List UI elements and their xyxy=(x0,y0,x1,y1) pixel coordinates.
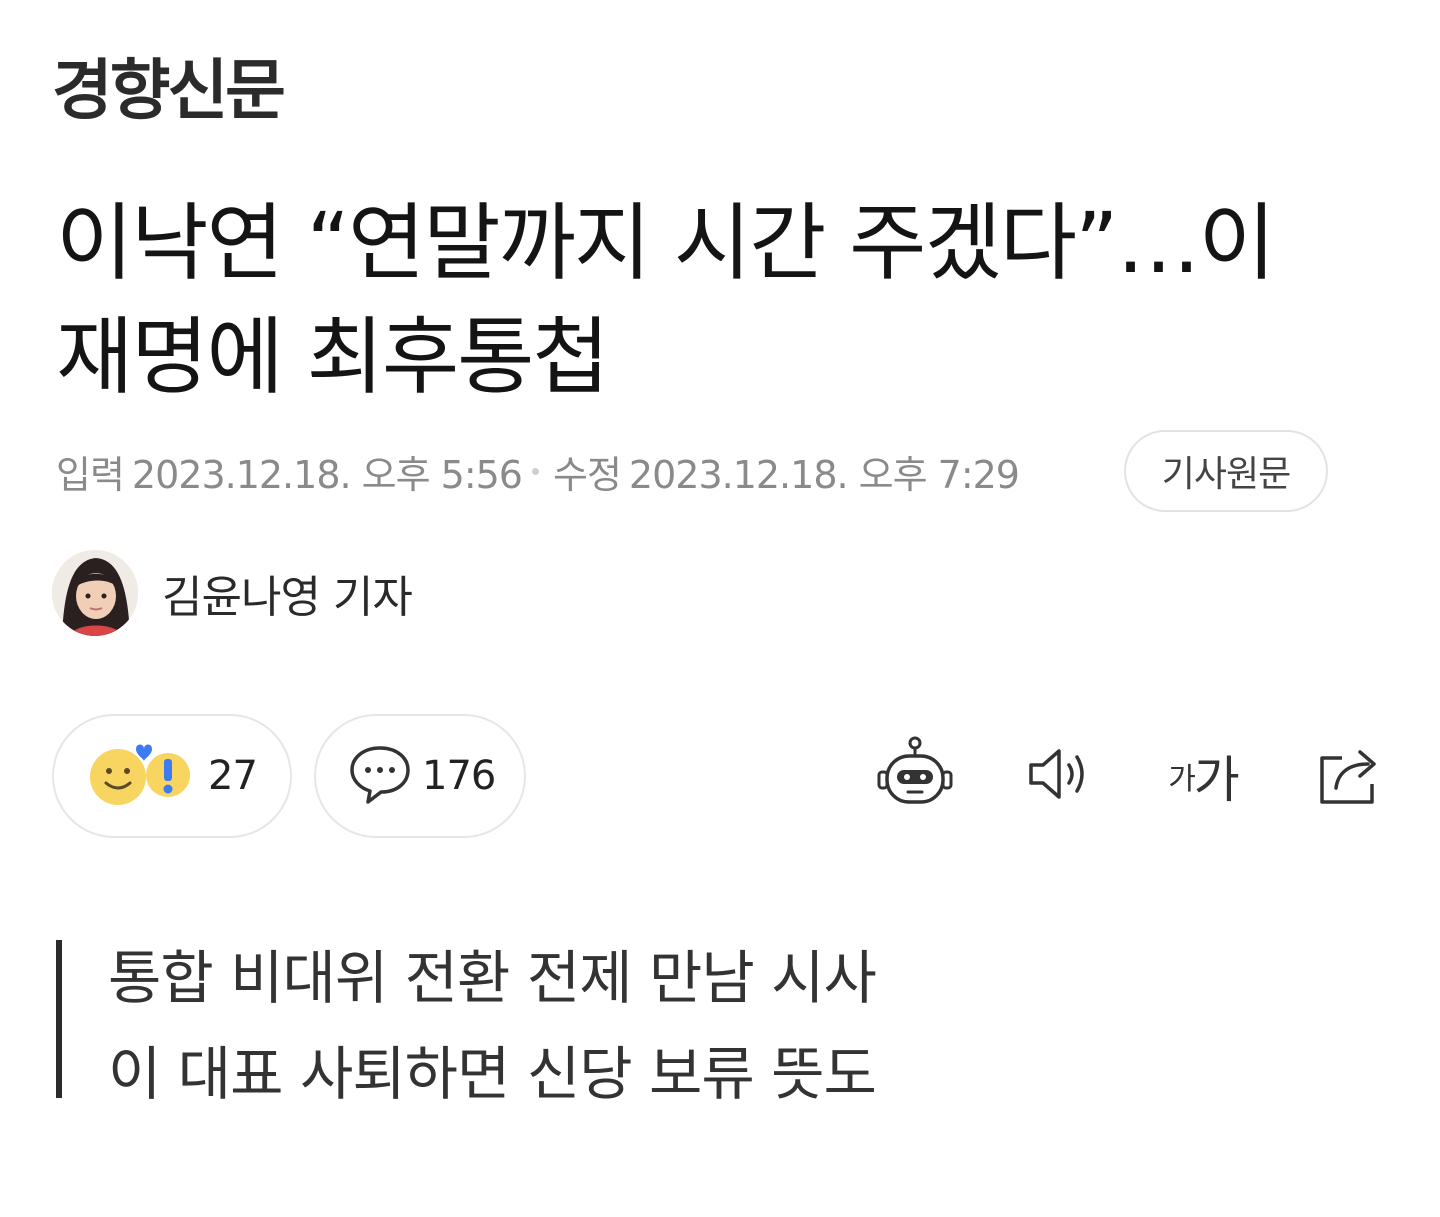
reaction-button[interactable]: 27 xyxy=(52,714,292,838)
publisher-logo[interactable]: 경향신문 xyxy=(52,58,286,124)
article-headline: 이낙연 “연말까지 시간 주겠다”…이 재명에 최후통첩 xyxy=(56,186,1356,414)
summary-line-1: 통합 비대위 전환 전제 만남 시사 xyxy=(108,944,877,1012)
author-name[interactable]: 김윤나영 기자 xyxy=(162,561,413,625)
robot-icon xyxy=(875,734,955,818)
share-icon xyxy=(1314,738,1386,814)
font-size-button[interactable]: 가 가 xyxy=(1158,734,1250,818)
modified-label: 수정 xyxy=(553,452,622,497)
modified-datetime: 2023.12.18. 오후 7:29 xyxy=(628,452,1020,497)
reaction-count: 27 xyxy=(208,753,258,799)
font-size-large-glyph: 가 xyxy=(1193,751,1240,809)
comment-bubble-icon xyxy=(348,742,412,810)
author-avatar[interactable] xyxy=(52,550,138,636)
original-article-button[interactable]: 기사원문 xyxy=(1124,430,1328,512)
meta-separator-dot xyxy=(532,467,539,475)
comment-count: 176 xyxy=(422,753,496,799)
published-datetime: 2023.12.18. 오후 5:56 xyxy=(131,452,523,497)
author-block[interactable]: 김윤나영 기자 xyxy=(52,550,413,636)
article-meta: 입력 2023.12.18. 오후 5:56 수정 2023.12.18. 오후… xyxy=(56,440,1020,502)
share-button[interactable] xyxy=(1312,734,1388,818)
emotion-emoji-icon xyxy=(88,739,198,813)
summary-line-2: 이 대표 사퇴하면 신당 보류 뜻도 xyxy=(108,1040,877,1108)
published-label: 입력 xyxy=(56,452,125,497)
speaker-icon xyxy=(1025,739,1095,813)
font-size-small-glyph: 가 xyxy=(1168,762,1196,797)
summary-bot-button[interactable] xyxy=(872,734,958,818)
headline-line-1: 이낙연 “연말까지 시간 주겠다”…이 xyxy=(56,194,1276,292)
text-to-speech-button[interactable] xyxy=(1020,734,1100,818)
headline-line-2: 재명에 최후통첩 xyxy=(56,308,610,406)
comment-button[interactable]: 176 xyxy=(314,714,526,838)
article-summary-quote: 통합 비대위 전환 전제 만남 시사 이 대표 사퇴하면 신당 보류 뜻도 xyxy=(56,940,877,1108)
